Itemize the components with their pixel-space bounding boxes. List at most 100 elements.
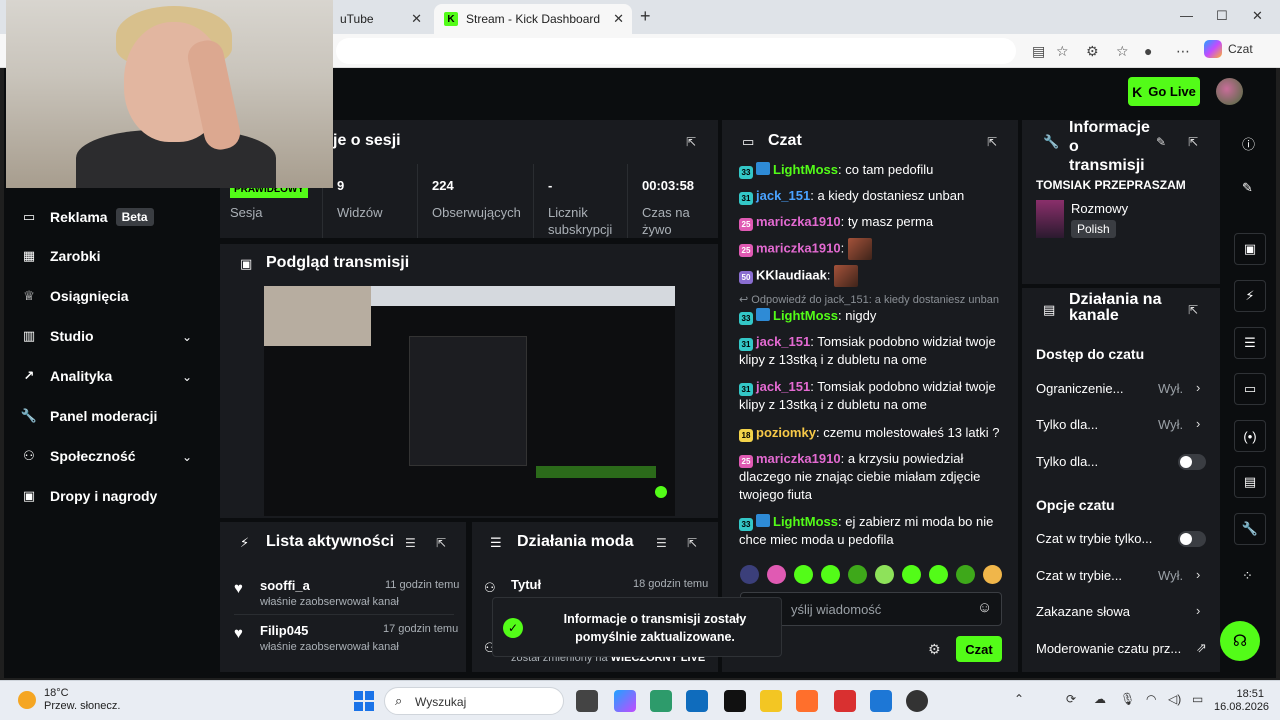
more-icon[interactable]: ⁘ [1242, 568, 1253, 584]
sidebar-item-analityka[interactable]: ↗ Analityka [22, 368, 113, 384]
emote-icon[interactable] [929, 565, 948, 584]
followers-only-setting[interactable]: Tylko dla... [1036, 417, 1098, 432]
obs-icon[interactable] [906, 690, 928, 712]
popout-icon[interactable]: ⇱ [1188, 135, 1198, 149]
sidebar-item-panel-moderacji[interactable]: 🔧 Panel moderacji [21, 408, 157, 424]
external-link-icon[interactable]: ⇗ [1196, 640, 1207, 656]
chat-username[interactable]: KKlaudiaak [756, 267, 827, 282]
weather-widget[interactable]: 18°C Przew. słonecz. [18, 687, 120, 713]
help-button[interactable]: ☊ [1220, 621, 1260, 661]
more-menu-icon[interactable]: ⋯ [1176, 43, 1190, 60]
volume-icon[interactable]: ◁) [1168, 692, 1181, 706]
chevron-down-icon[interactable]: ⌄ [182, 330, 192, 344]
sidebar-item-spolecznosc[interactable]: ⚇ Społeczność [22, 448, 135, 464]
go-live-button[interactable]: K Go Live [1128, 77, 1200, 106]
chat-message[interactable]: 18 poziomky: czemu molestowałeś 13 latki … [739, 424, 1005, 442]
chevron-right-icon[interactable]: › [1196, 603, 1200, 618]
chevron-up-icon[interactable]: ⌃ [1014, 692, 1024, 706]
emote-only-toggle[interactable] [1178, 531, 1206, 547]
copilot-chat-button[interactable]: Czat [1204, 40, 1253, 58]
chevron-right-icon[interactable]: › [1196, 380, 1200, 395]
chat-moderation-setting[interactable]: Moderowanie czatu prz... [1036, 641, 1181, 656]
chat-message[interactable]: 25 mariczka1910: a krzysiu powiedział dla… [739, 450, 1005, 504]
info-rail-button[interactable]: 🔧 [1234, 513, 1266, 545]
chat-username[interactable]: jack_151 [756, 334, 810, 349]
outlook-icon[interactable] [870, 690, 892, 712]
close-icon[interactable]: ✕ [411, 11, 422, 27]
chat-message[interactable]: 25 mariczka1910: ty masz perma [739, 213, 1005, 231]
emote-icon[interactable] [821, 565, 840, 584]
mod-actions-rail-button[interactable]: ☰ [1234, 327, 1266, 359]
chat-username[interactable]: poziomky [756, 425, 816, 440]
subscribers-only-toggle[interactable] [1178, 454, 1206, 470]
sidebar-item-dropy[interactable]: ▣ Dropy i nagrody [22, 488, 158, 504]
chat-message[interactable]: 31 jack_151: Tomsiak podobno widział twoj… [739, 378, 1005, 414]
emoji-icon[interactable]: ☺ [977, 599, 992, 616]
taskbar-search[interactable]: ⌕ Wyszukaj [384, 687, 564, 715]
cloud-icon[interactable]: ☁ [1094, 692, 1106, 706]
broadcast-rail-button[interactable]: (•) [1234, 420, 1266, 452]
firefox-icon[interactable] [796, 690, 818, 712]
address-input[interactable] [336, 38, 1016, 64]
close-icon[interactable]: ✕ [613, 11, 624, 27]
filter-icon[interactable]: ☰ [656, 536, 667, 550]
start-button[interactable] [354, 691, 374, 711]
minimize-icon[interactable]: — [1180, 8, 1193, 23]
emote-icon[interactable] [794, 565, 813, 584]
chat-username[interactable]: LightMoss [773, 162, 838, 177]
emote-icon[interactable] [740, 565, 759, 584]
system-clock[interactable]: 18:51 16.08.2026 [1214, 688, 1269, 714]
extensions-icon[interactable]: ⚙ [1086, 43, 1099, 60]
chat-username[interactable]: mariczka1910 [756, 240, 841, 255]
new-tab-icon[interactable]: + [640, 6, 651, 27]
chat-message[interactable]: 33 LightMoss: nigdy [739, 307, 1005, 325]
emote-icon[interactable] [767, 565, 786, 584]
preview-rail-button[interactable]: ▣ [1234, 233, 1266, 265]
reader-icon[interactable]: ▤ [1032, 43, 1045, 60]
sidebar-item-reklama[interactable]: ▭ Reklama Beta [22, 208, 154, 226]
edit-icon[interactable]: ✎ [1242, 180, 1253, 196]
chat-message[interactable]: 50 KKlaudiaak: [739, 265, 1005, 287]
copilot-app-icon[interactable] [614, 690, 636, 712]
stream-preview-video[interactable] [264, 286, 675, 516]
emote-icon[interactable] [956, 565, 975, 584]
channel-rail-button[interactable]: ▤ [1234, 466, 1266, 498]
profile-icon[interactable]: ● [1144, 43, 1152, 59]
tab-kick-dashboard[interactable]: K Stream - Kick Dashboard ✕ [434, 4, 632, 34]
emote-icon[interactable] [902, 565, 921, 584]
chat-message[interactable]: 33 LightMoss: co tam pedofilu [739, 161, 1005, 179]
chat-message[interactable]: 33 LightMoss: ej zabierz mi moda bo nie c… [739, 513, 1005, 549]
sync-icon[interactable]: ⟳ [1066, 692, 1076, 706]
chat-username[interactable]: LightMoss [773, 514, 838, 529]
chevron-down-icon[interactable]: ⌄ [182, 450, 192, 464]
file-explorer-icon[interactable] [760, 690, 782, 712]
edit-icon[interactable]: ✎ [1156, 135, 1166, 149]
filter-icon[interactable]: ☰ [405, 536, 416, 550]
chat-send-button[interactable]: Czat [956, 636, 1002, 662]
favorite-star-icon[interactable]: ☆ [1056, 43, 1069, 60]
chat-username[interactable]: LightMoss [773, 308, 838, 323]
collections-icon[interactable]: ☆ [1116, 43, 1129, 60]
popout-icon[interactable]: ⇱ [686, 135, 696, 149]
avatar[interactable] [1216, 78, 1243, 105]
sidebar-item-studio[interactable]: ▥ Studio [22, 328, 94, 344]
wps-icon[interactable] [834, 690, 856, 712]
chat-message[interactable]: 31 jack_151: Tomsiak podobno widział twoj… [739, 333, 1005, 369]
emote-icon[interactable] [875, 565, 894, 584]
emote-icon[interactable] [848, 565, 867, 584]
sidebar-item-osiagniecia[interactable]: ♕ Osiągnięcia [22, 288, 128, 304]
chat-restriction-setting[interactable]: Ograniczenie... [1036, 381, 1123, 396]
popout-icon[interactable]: ⇱ [1188, 303, 1198, 317]
battery-icon[interactable]: ▭ [1192, 692, 1203, 706]
chat-message[interactable]: 31 jack_151: a kiedy dostaniesz unban [739, 187, 1005, 205]
edge-icon[interactable] [650, 690, 672, 712]
chevron-right-icon[interactable]: › [1196, 567, 1200, 582]
maximize-icon[interactable]: ☐ [1216, 8, 1228, 24]
info-icon[interactable]: ⓘ [1242, 134, 1255, 153]
gear-icon[interactable]: ⚙ [928, 641, 941, 658]
chat-rail-button[interactable]: ▭ [1234, 373, 1266, 405]
sidebar-item-zarobki[interactable]: ▦ Zarobki [22, 248, 101, 264]
chevron-right-icon[interactable]: › [1196, 416, 1200, 431]
slow-mode-setting[interactable]: Czat w trybie... [1036, 568, 1122, 583]
tab-youtube[interactable]: uTube ✕ [330, 4, 430, 34]
